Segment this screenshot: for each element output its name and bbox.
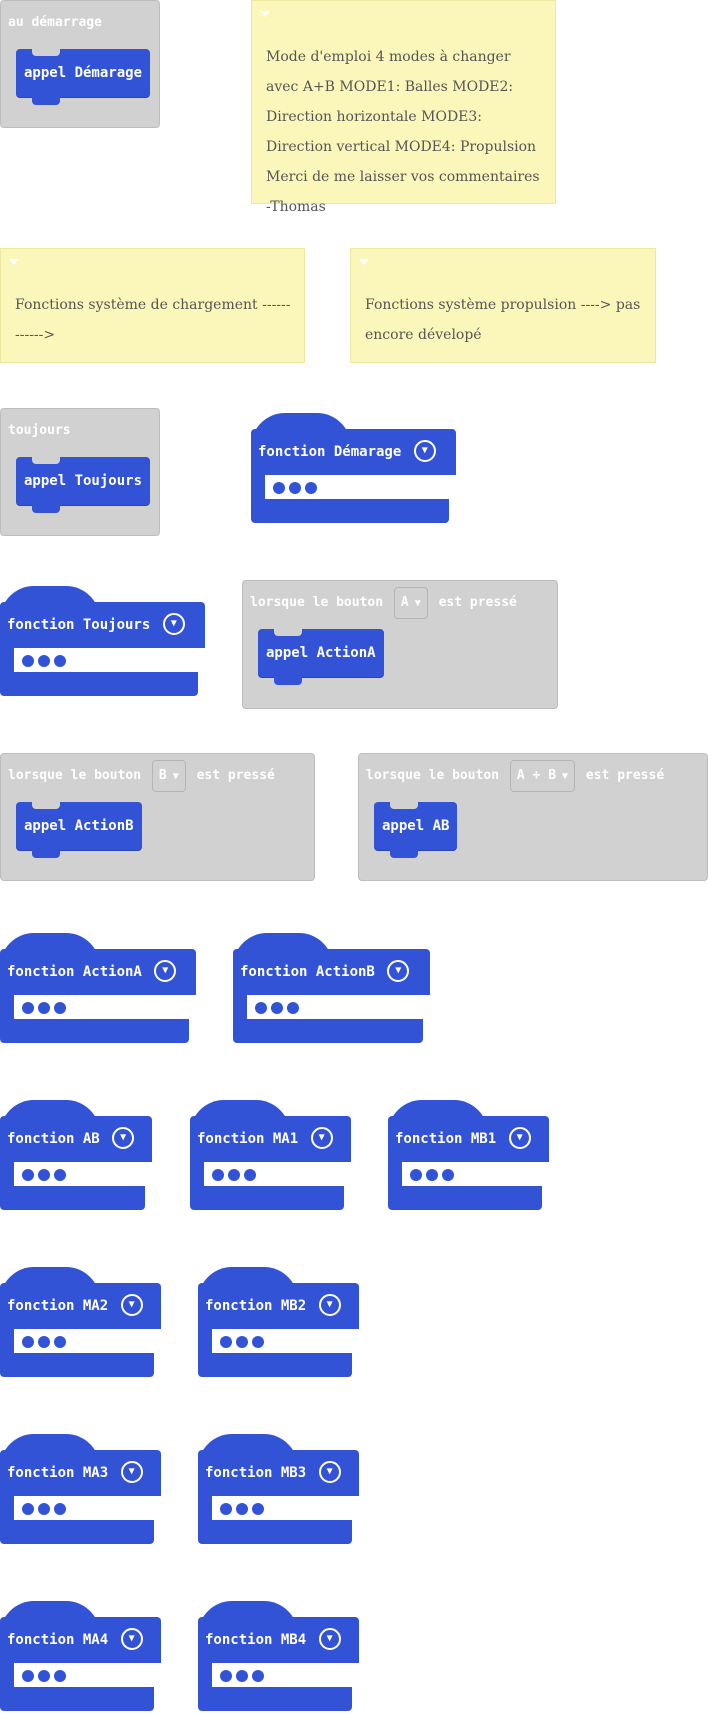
ellipsis-dots-icon[interactable]	[16, 998, 189, 1018]
chevron-down-icon[interactable]: ▼	[120, 1460, 143, 1483]
call-ab-label: appel AB	[382, 818, 450, 834]
caret-down-icon: ▼	[562, 770, 569, 782]
call-actiona-block[interactable]: appel ActionA	[258, 628, 384, 685]
function-mb2-label: fonction MB2	[205, 1298, 307, 1314]
function-ab-label: fonction AB	[7, 1131, 100, 1147]
chevron-down-icon[interactable]: ▼	[508, 1126, 531, 1149]
function-ma3-label: fonction MA3	[7, 1465, 109, 1481]
ellipsis-dots-icon[interactable]	[16, 651, 198, 671]
ellipsis-dots-icon[interactable]	[206, 1165, 344, 1185]
ellipsis-dots-icon[interactable]	[249, 998, 423, 1018]
chevron-down-icon[interactable]: ▼	[318, 1627, 341, 1650]
ellipsis-dots-icon[interactable]	[214, 1666, 352, 1686]
ellipsis-dots-icon[interactable]	[16, 1165, 145, 1185]
ellipsis-dots-icon[interactable]	[267, 478, 449, 498]
comment-propulsion-text: Fonctions système propulsion ----> pas e…	[365, 297, 641, 343]
ellipsis-dots-icon[interactable]	[214, 1332, 352, 1352]
caret-down-icon: ▼	[172, 770, 179, 782]
chevron-down-icon[interactable]: ▼	[112, 1126, 135, 1149]
chevron-down-icon[interactable]: ▼	[387, 959, 410, 982]
chevron-down-icon[interactable]: ▼	[120, 1627, 143, 1650]
ellipsis-dots-icon[interactable]	[16, 1332, 154, 1352]
function-ma1-label: fonction MA1	[197, 1131, 299, 1147]
call-actionb-label: appel ActionB	[24, 818, 134, 834]
function-toujours-label: fonction Toujours	[7, 617, 151, 633]
button-b-block[interactable]: lorsque le bouton B ▼ est pressé appel Ac…	[0, 753, 315, 881]
call-demarage-block[interactable]: appel Démarage	[16, 48, 151, 105]
on-start-label: au démarrage	[8, 15, 102, 30]
ellipsis-dots-icon[interactable]	[16, 1666, 154, 1686]
button-b-suffix: est pressé	[196, 768, 275, 783]
function-mb4-label: fonction MB4	[205, 1632, 307, 1648]
ellipsis-dots-icon[interactable]	[214, 1499, 352, 1519]
function-ma2-label: fonction MA2	[7, 1298, 109, 1314]
caret-down-icon: ▼	[414, 597, 421, 609]
forever-label: toujours	[8, 423, 71, 438]
button-ab-prefix: lorsque le bouton	[366, 768, 500, 783]
button-b-dropdown[interactable]: B ▼	[151, 759, 186, 792]
ellipsis-dots-icon[interactable]	[16, 1499, 154, 1519]
chevron-down-icon[interactable]: ▼	[162, 612, 185, 635]
button-a-dropdown[interactable]: A ▼	[393, 586, 428, 619]
chevron-down-icon[interactable]: ▼	[154, 959, 177, 982]
button-ab-block[interactable]: lorsque le bouton A + B ▼ est pressé appe…	[358, 753, 708, 881]
call-actiona-label: appel ActionA	[266, 645, 376, 661]
function-ma4-label: fonction MA4	[7, 1632, 109, 1648]
function-actionb-label: fonction ActionB	[240, 964, 375, 980]
comment-propulsion[interactable]: Fonctions système propulsion ----> pas e…	[350, 248, 656, 363]
call-demarage-label: appel Démarage	[24, 65, 143, 81]
function-actiona-label: fonction ActionA	[7, 964, 142, 980]
chevron-down-icon[interactable]: ▼	[318, 1460, 341, 1483]
chevron-down-icon[interactable]: ▼	[318, 1293, 341, 1316]
comment-manual-text: Mode d'emploi 4 modes à changer avec A+B…	[266, 49, 540, 215]
call-ab-block[interactable]: appel AB	[374, 801, 458, 858]
comment-loading[interactable]: Fonctions système de chargement --------…	[0, 248, 305, 363]
triangle-down-icon[interactable]	[9, 259, 19, 265]
forever-block[interactable]: toujours appel Toujours	[0, 408, 160, 536]
button-b-prefix: lorsque le bouton	[8, 768, 142, 783]
function-demarage-label: fonction Démarage	[258, 444, 402, 460]
triangle-down-icon[interactable]	[260, 11, 270, 17]
button-a-block[interactable]: lorsque le bouton A ▼ est pressé appel Ac…	[242, 580, 558, 709]
call-toujours-block[interactable]: appel Toujours	[16, 456, 151, 513]
button-ab-dropdown[interactable]: A + B ▼	[509, 759, 576, 792]
chevron-down-icon[interactable]: ▼	[120, 1293, 143, 1316]
function-mb3-label: fonction MB3	[205, 1465, 307, 1481]
button-a-suffix: est pressé	[438, 595, 517, 610]
comment-loading-text: Fonctions système de chargement --------…	[15, 297, 291, 343]
chevron-down-icon[interactable]: ▼	[310, 1126, 333, 1149]
call-actionb-block[interactable]: appel ActionB	[16, 801, 142, 858]
button-a-prefix: lorsque le bouton	[250, 595, 384, 610]
chevron-down-icon[interactable]: ▼	[413, 439, 436, 462]
button-ab-suffix: est pressé	[585, 768, 665, 783]
triangle-down-icon[interactable]	[359, 259, 369, 265]
comment-manual[interactable]: Mode d'emploi 4 modes à changer avec A+B…	[251, 0, 556, 215]
call-toujours-label: appel Toujours	[24, 473, 143, 489]
ellipsis-dots-icon[interactable]	[404, 1165, 542, 1185]
on-start-block[interactable]: au démarrage appel Démarage	[0, 0, 164, 128]
function-mb1-label: fonction MB1	[395, 1131, 497, 1147]
